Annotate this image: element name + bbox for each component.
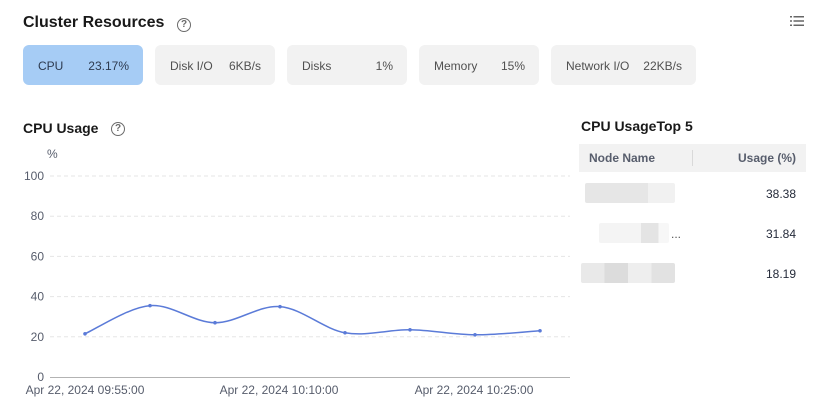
metric-card-value: 22KB/s: [643, 59, 682, 73]
question-circle-icon[interactable]: ?: [177, 18, 191, 32]
y-tick-label: 80: [31, 209, 45, 223]
metric-card-disks[interactable]: Disks 1%: [287, 45, 407, 85]
table-header: Node Name Usage (%): [579, 144, 806, 172]
node-name-redacted: [581, 263, 675, 283]
cpu-usage-line: [84, 304, 541, 336]
y-tick-label: 0: [37, 370, 44, 384]
cpu-usage-title: CPU Usage: [23, 120, 99, 136]
y-tick-label: 40: [31, 290, 45, 304]
data-point: [83, 331, 87, 336]
y-tick-label: 100: [24, 169, 44, 183]
metric-card-label: Disks: [302, 59, 332, 73]
metric-card-label: CPU: [38, 59, 64, 73]
usage-value: 38.38: [765, 187, 796, 201]
top5-title: CPU UsageTop 5: [581, 118, 693, 134]
y-tick-label: 60: [31, 249, 45, 263]
column-header-usage: Usage (%): [737, 151, 796, 165]
data-point: [408, 327, 412, 332]
usage-value: 31.84: [765, 227, 796, 241]
data-point: [148, 303, 152, 308]
column-header-node-name: Node Name: [589, 151, 656, 165]
question-circle-icon[interactable]: ?: [111, 122, 125, 136]
metric-card-disk-io[interactable]: Disk I/O 6KB/s: [155, 45, 275, 85]
metric-card-value: 1%: [375, 59, 393, 73]
table-row[interactable]: 38.38: [579, 172, 806, 212]
cpu-usage-chart: % 100 80 60 40 20 0Apr 22, 2024 09:55:00 Apr 2…: [24, 147, 570, 397]
metric-card-memory[interactable]: Memory 15%: [419, 45, 539, 85]
metric-card-cpu[interactable]: CPU 23.17%: [23, 45, 143, 85]
metric-card-label: Memory: [434, 59, 478, 73]
metric-card-value: 6KB/s: [228, 59, 261, 73]
y-tick-label: 20: [31, 330, 45, 344]
table-row[interactable]: 18.19: [579, 252, 806, 292]
page-title: Cluster Resources: [23, 14, 165, 31]
x-tick-label: Apr 22, 2024 10:25:00: [415, 383, 534, 397]
metric-card-value: 23.17%: [88, 59, 129, 73]
metric-card-value: 15%: [500, 59, 525, 73]
usage-value: 18.19: [765, 267, 796, 281]
node-name-redacted: [585, 183, 675, 203]
metric-card-label: Network I/O: [566, 59, 630, 73]
data-point: [343, 330, 347, 335]
node-name-ellipsis: ...: [671, 227, 682, 241]
list-icon[interactable]: [790, 15, 804, 27]
metric-card-network-io[interactable]: Network I/O 22KB/s: [551, 45, 696, 85]
data-point: [278, 304, 282, 309]
data-point: [538, 328, 542, 333]
x-tick-label: Apr 22, 2024 10:10:00: [220, 383, 339, 397]
top5-table: Node Name Usage (%) 38.38 ... 31.84 18.1…: [579, 144, 806, 292]
y-axis-unit-label: %: [47, 147, 58, 161]
data-point: [473, 332, 477, 337]
data-point: [213, 320, 217, 325]
metric-card-label: Disk I/O: [170, 59, 213, 73]
node-name-redacted: [599, 223, 669, 243]
x-tick-label: Apr 22, 2024 09:55:00: [26, 383, 145, 397]
table-row[interactable]: ... 31.84: [579, 212, 806, 252]
